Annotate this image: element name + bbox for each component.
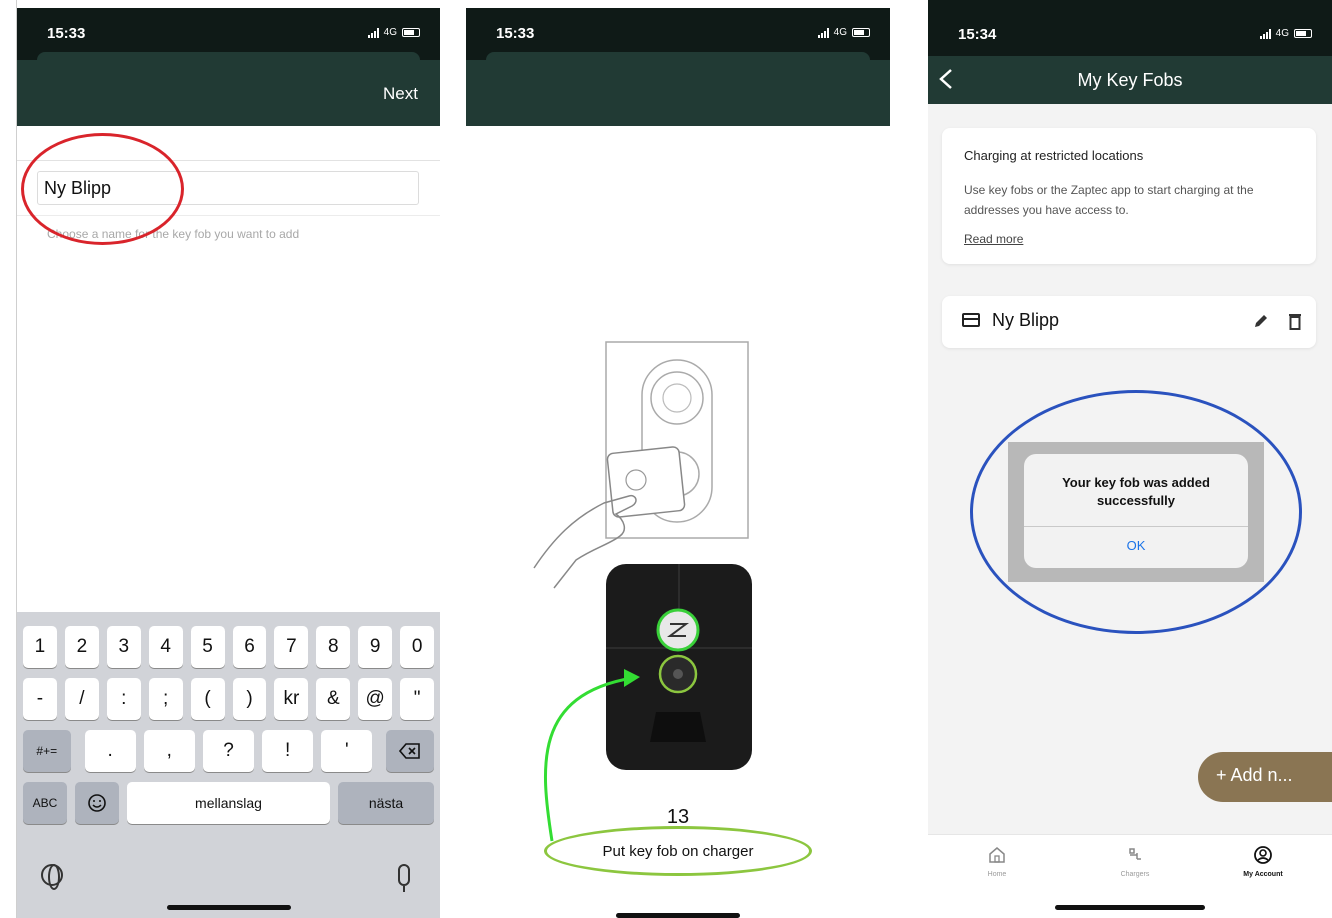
app-bar-notch <box>486 52 870 66</box>
key-at[interactable]: @ <box>358 678 393 720</box>
signal-icon <box>1259 28 1271 39</box>
next-button[interactable]: Next <box>383 84 418 104</box>
key-exclaim[interactable]: ! <box>262 730 314 772</box>
key-8[interactable]: 8 <box>316 626 351 668</box>
key-2[interactable]: 2 <box>64 626 99 668</box>
status-bar: 15:34 4G <box>928 0 1332 56</box>
app-bar <box>466 52 890 126</box>
network-label: 4G <box>383 27 397 38</box>
page-title: My Key Fobs <box>1077 70 1183 90</box>
key-fob-list-item[interactable]: Ny Blipp <box>942 296 1316 348</box>
tab-chargers[interactable]: Chargers <box>1090 845 1180 878</box>
microphone-icon[interactable] <box>398 864 410 892</box>
key-ampersand[interactable]: & <box>316 678 351 720</box>
status-time: 15:33 <box>47 25 86 42</box>
signal-icon <box>367 27 379 38</box>
restricted-locations-card: Charging at restricted locations Use key… <box>942 128 1316 264</box>
key-dash[interactable]: - <box>23 678 57 720</box>
return-key[interactable]: nästa <box>338 782 434 824</box>
status-icons: 4G <box>817 27 870 38</box>
key-0[interactable]: 0 <box>400 626 435 668</box>
app-bar: My Key Fobs <box>928 56 1332 104</box>
battery-icon <box>1294 29 1312 38</box>
backspace-icon <box>399 743 421 759</box>
instruction-text: Put key fob on charger <box>602 843 754 860</box>
keyboard: 1 2 3 4 5 6 7 8 9 0 - / : ; ( ) kr & @ "… <box>17 612 440 918</box>
tab-label: Home <box>987 871 1007 878</box>
tab-my-account[interactable]: My Account <box>1218 845 1308 878</box>
key-1[interactable]: 1 <box>23 626 57 668</box>
read-more-link[interactable]: Read more <box>964 232 1023 246</box>
keyboard-row-punct: #+= . , ? ! ' <box>23 730 434 772</box>
trash-icon[interactable] <box>1288 312 1302 330</box>
keyboard-row-digits: 1 2 3 4 5 6 7 8 9 0 <box>23 626 435 668</box>
key-symbol-mode[interactable]: #+= <box>23 730 71 772</box>
app-bar-notch <box>37 52 420 66</box>
battery-icon <box>852 28 870 37</box>
key-apostrophe[interactable]: ' <box>321 730 373 772</box>
key-5[interactable]: 5 <box>190 626 225 668</box>
key-6[interactable]: 6 <box>232 626 267 668</box>
card-body: Use key fobs or the Zaptec app to start … <box>964 183 1254 217</box>
account-icon <box>1254 846 1272 864</box>
key-period[interactable]: . <box>84 730 136 772</box>
status-icons: 4G <box>1259 28 1312 39</box>
card-icon <box>962 313 980 327</box>
key-comma[interactable]: , <box>143 730 195 772</box>
key-7[interactable]: 7 <box>274 626 309 668</box>
keyboard-row-bottom: ABC mellanslag nästa <box>23 782 434 824</box>
key-slash[interactable]: / <box>64 678 99 720</box>
network-label: 4G <box>1275 28 1289 39</box>
key-9[interactable]: 9 <box>358 626 393 668</box>
key-paren-close[interactable]: ) <box>232 678 267 720</box>
key-fob-name: Ny Blipp <box>992 310 1060 330</box>
emoji-key[interactable] <box>75 782 119 824</box>
space-key[interactable]: mellanslag <box>127 782 330 824</box>
backspace-key[interactable] <box>386 730 434 772</box>
highlight-circle-red <box>21 133 184 245</box>
battery-icon <box>402 28 420 37</box>
home-icon <box>989 847 1005 863</box>
home-indicator <box>166 905 291 910</box>
pencil-icon[interactable] <box>1252 312 1270 330</box>
app-bar: Next <box>17 52 440 126</box>
charger-icon <box>1129 848 1141 860</box>
card-title: Charging at restricted locations <box>964 148 1144 163</box>
key-quote[interactable]: " <box>400 678 435 720</box>
tab-label: My Account <box>1243 871 1283 878</box>
screen-put-key-fob: 15:33 4G 13 Put key fob on charger <box>466 0 890 918</box>
screen-my-key-fobs: 15:34 4G My Key Fobs Charging at restric… <box>928 0 1332 918</box>
screen-name-key-fob: 15:33 4G Next Choose a name for the key … <box>16 0 440 918</box>
key-paren-open[interactable]: ( <box>190 678 225 720</box>
key-kr[interactable]: kr <box>274 678 309 720</box>
status-icons: 4G <box>367 27 420 38</box>
add-key-fob-button[interactable]: + Add n... <box>1198 752 1332 802</box>
key-colon[interactable]: : <box>106 678 141 720</box>
tab-home[interactable]: Home <box>952 845 1042 878</box>
key-semicolon[interactable]: ; <box>148 678 183 720</box>
key-3[interactable]: 3 <box>106 626 141 668</box>
status-time: 15:33 <box>496 25 535 42</box>
network-label: 4G <box>833 27 847 38</box>
tab-label: Chargers <box>1120 871 1150 878</box>
key-question[interactable]: ? <box>202 730 255 772</box>
status-time: 15:34 <box>958 26 997 43</box>
signal-icon <box>817 27 829 38</box>
globe-icon[interactable] <box>41 864 63 890</box>
key-abc[interactable]: ABC <box>23 782 67 824</box>
key-fob-illustration <box>533 341 749 589</box>
keyboard-row-symbols: - / : ; ( ) kr & @ " <box>23 678 435 720</box>
key-4[interactable]: 4 <box>148 626 183 668</box>
emoji-icon <box>88 794 106 812</box>
highlight-ellipse-blue <box>970 390 1302 634</box>
home-indicator <box>1055 905 1205 910</box>
home-indicator <box>616 913 740 918</box>
highlight-ellipse-green: Put key fob on charger <box>544 826 812 876</box>
